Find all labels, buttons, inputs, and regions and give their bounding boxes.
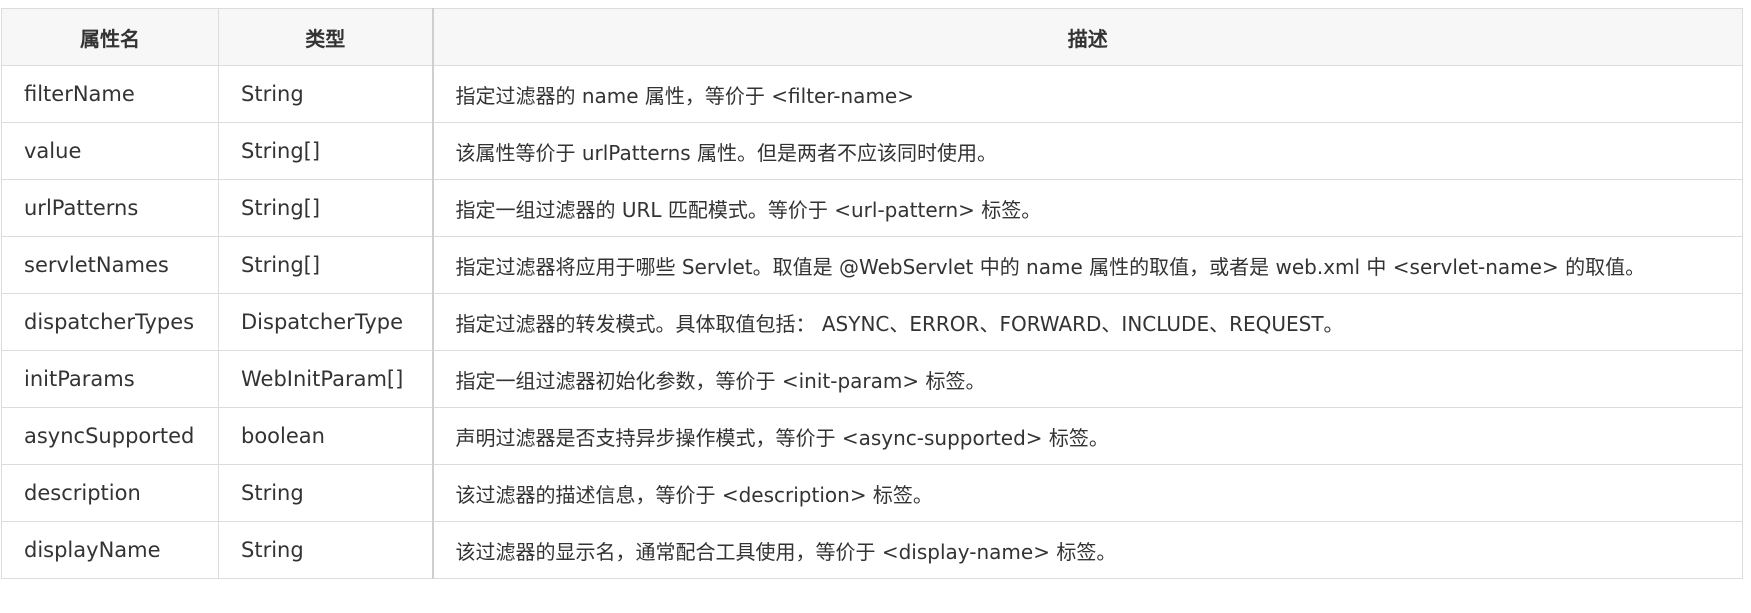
cell-description: 指定过滤器将应用于哪些 Servlet。取值是 @WebServlet 中的 n… [431,236,1743,294]
cell-attribute-name: asyncSupported [1,407,219,465]
cell-attribute-name: dispatcherTypes [1,293,219,351]
cell-type: String[] [218,122,433,180]
cell-description: 该过滤器的显示名，通常配合工具使用，等价于 <display-name> 标签。 [431,521,1743,579]
cell-attribute-name: value [1,122,219,180]
header-attribute-name: 属性名 [1,8,219,66]
cell-description: 指定过滤器的 name 属性，等价于 <filter-name> [431,65,1743,123]
cell-attribute-name: initParams [1,350,219,408]
table-row: filterName String 指定过滤器的 name 属性，等价于 <fi… [1,65,1743,123]
table-row: urlPatterns String[] 指定一组过滤器的 URL 匹配模式。等… [1,179,1743,237]
cell-type: String[] [218,236,433,294]
cell-type: String [218,464,433,522]
cell-description: 该过滤器的描述信息，等价于 <description> 标签。 [431,464,1743,522]
table-row: dispatcherTypes DispatcherType 指定过滤器的转发模… [1,293,1743,351]
header-row: 属性名 类型 描述 [1,8,1743,66]
cell-type: boolean [218,407,433,465]
cell-attribute-name: displayName [1,521,219,579]
table-row: description String 该过滤器的描述信息，等价于 <descri… [1,464,1743,522]
cell-description: 指定一组过滤器初始化参数，等价于 <init-param> 标签。 [431,350,1743,408]
header-description: 描述 [431,8,1743,66]
header-type: 类型 [218,8,433,66]
cell-type: WebInitParam[] [218,350,433,408]
cell-attribute-name: servletNames [1,236,219,294]
table-row: value String[] 该属性等价于 urlPatterns 属性。但是两… [1,122,1743,180]
cell-attribute-name: description [1,464,219,522]
cell-description: 该属性等价于 urlPatterns 属性。但是两者不应该同时使用。 [431,122,1743,180]
cell-type: String[] [218,179,433,237]
cell-type: String [218,521,433,579]
cell-description: 指定一组过滤器的 URL 匹配模式。等价于 <url-pattern> 标签。 [431,179,1743,237]
table-row: asyncSupported boolean 声明过滤器是否支持异步操作模式，等… [1,407,1743,465]
table-body: filterName String 指定过滤器的 name 属性，等价于 <fi… [1,65,1743,579]
table-header: 属性名 类型 描述 [1,8,1743,66]
cell-type: DispatcherType [218,293,433,351]
cell-description: 指定过滤器的转发模式。具体取值包括： ASYNC、ERROR、FORWARD、I… [431,293,1743,351]
table-row: displayName String 该过滤器的显示名，通常配合工具使用，等价于… [1,521,1743,579]
cell-attribute-name: filterName [1,65,219,123]
attributes-table: 属性名 类型 描述 filterName String 指定过滤器的 name … [1,8,1743,579]
table-row: servletNames String[] 指定过滤器将应用于哪些 Servle… [1,236,1743,294]
cell-description: 声明过滤器是否支持异步操作模式，等价于 <async-supported> 标签… [431,407,1743,465]
attributes-table-container: 属性名 类型 描述 filterName String 指定过滤器的 name … [1,8,1743,579]
cell-type: String [218,65,433,123]
table-row: initParams WebInitParam[] 指定一组过滤器初始化参数，等… [1,350,1743,408]
cell-attribute-name: urlPatterns [1,179,219,237]
